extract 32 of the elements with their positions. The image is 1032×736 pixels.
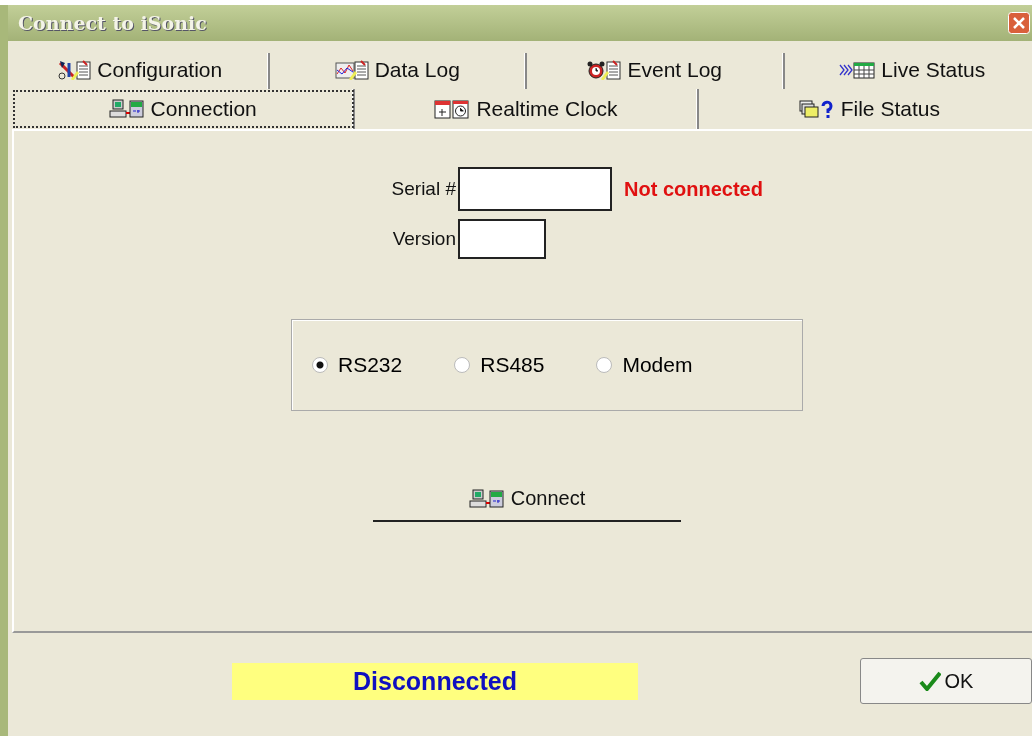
ok-button[interactable]: OK <box>860 658 1032 704</box>
tab[interactable]: Live Status <box>784 53 1032 89</box>
computer-device-icon <box>468 488 505 509</box>
chevrons-grid-icon <box>839 61 876 79</box>
window-title: Connect to iSonic <box>18 12 207 34</box>
tab[interactable]: File Status <box>698 89 1032 129</box>
close-icon[interactable] <box>1008 12 1030 34</box>
serial-label: Serial # <box>390 178 456 200</box>
radio-option[interactable]: RS232 <box>312 353 403 377</box>
chart-document-icon <box>334 60 369 80</box>
tab[interactable]: Configuration <box>12 53 270 89</box>
folders-question-icon <box>798 99 835 119</box>
checkmark-icon <box>918 671 941 691</box>
serial-field[interactable] <box>458 167 612 211</box>
radio-button[interactable] <box>596 357 613 373</box>
radio-button[interactable] <box>312 357 328 373</box>
computer-device-icon <box>108 99 145 119</box>
radio-option[interactable]: Modem <box>596 353 693 377</box>
tab[interactable]: Event Log <box>527 53 785 89</box>
connect-button[interactable]: Connect <box>373 481 681 522</box>
tab[interactable]: Realtime Clock <box>355 89 699 129</box>
version-label: Version <box>391 228 456 250</box>
version-field[interactable] <box>458 219 546 259</box>
calendar-clock-icon <box>434 99 471 119</box>
alarm-clock-document-icon <box>587 60 622 80</box>
tab[interactable]: Data Log <box>269 53 527 89</box>
radio-button[interactable] <box>454 357 471 373</box>
tools-document-icon <box>57 60 92 80</box>
connection-status: Not connected <box>624 177 764 201</box>
radio-option[interactable]: RS485 <box>454 353 545 377</box>
status-indicator: Disconnected <box>232 662 638 700</box>
tab[interactable]: Connection <box>12 89 356 129</box>
